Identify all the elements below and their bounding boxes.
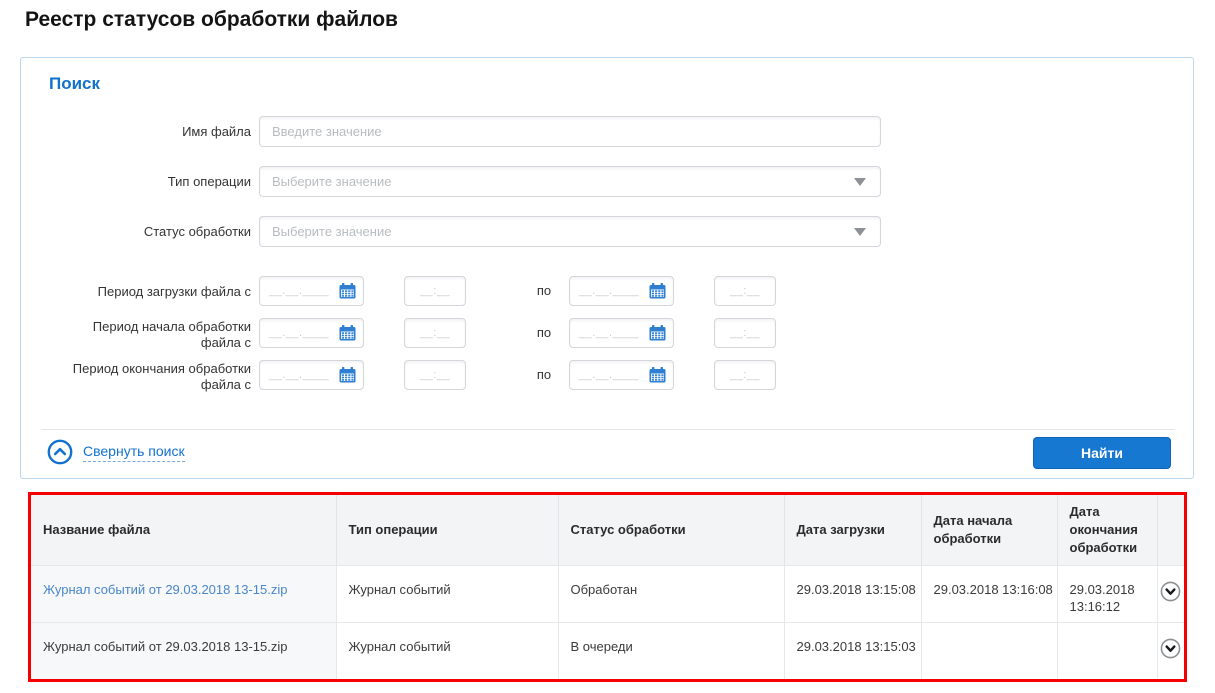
chevron-up-circle-icon — [47, 439, 73, 465]
file-name-input[interactable] — [259, 116, 881, 147]
processing-status-label: Статус обработки — [51, 224, 251, 240]
time-mask: __:__ — [730, 327, 760, 339]
collapse-search-button[interactable]: Свернуть поиск — [47, 439, 185, 465]
search-heading: Поиск — [49, 74, 100, 94]
header-operation-type: Тип операции — [336, 495, 558, 565]
to-label: по — [521, 367, 567, 382]
start-period-time-to-input[interactable]: __:__ — [714, 318, 776, 348]
time-mask: __:__ — [420, 327, 450, 339]
date-mask: __.__.____ — [579, 369, 649, 381]
date-mask: __.__.____ — [269, 285, 339, 297]
cell-operation-type: Журнал событий — [336, 565, 558, 622]
processing-status-placeholder: Выберите значение — [272, 224, 854, 239]
processing-status-select[interactable]: Выберите значение — [259, 216, 881, 247]
dropdown-arrow-icon — [854, 228, 866, 236]
cell-start-date: 29.03.2018 13:16:08 — [921, 565, 1057, 622]
calendar-icon[interactable] — [339, 283, 356, 299]
start-period-time-from-input[interactable]: __:__ — [404, 318, 466, 348]
calendar-icon[interactable] — [649, 325, 666, 341]
date-mask: __.__.____ — [579, 327, 649, 339]
cell-end-date — [1057, 622, 1157, 679]
search-panel: Поиск Имя файла Тип операции Выберите зн… — [20, 57, 1194, 479]
page-title: Реестр статусов обработки файлов — [25, 8, 398, 32]
cell-upload-date: 29.03.2018 13:15:03 — [784, 622, 921, 679]
time-mask: __:__ — [730, 369, 760, 381]
calendar-icon[interactable] — [339, 367, 356, 383]
cell-operation-type: Журнал событий — [336, 622, 558, 679]
header-file-name: Название файла — [31, 495, 336, 565]
expand-row-button[interactable] — [1160, 581, 1181, 602]
page: Реестр статусов обработки файлов Поиск И… — [0, 0, 1215, 693]
start-period-date-to-input[interactable]: __.__.____ — [569, 318, 674, 348]
collapse-search-label: Свернуть поиск — [83, 443, 185, 462]
dropdown-arrow-icon — [854, 178, 866, 186]
calendar-icon[interactable] — [649, 367, 666, 383]
file-name-label: Имя файла — [51, 124, 251, 140]
table-header-row: Название файла Тип операции Статус обраб… — [31, 495, 1184, 565]
cell-actions — [1157, 565, 1184, 622]
end-period-time-to-input[interactable]: __:__ — [714, 360, 776, 390]
cell-status: Обработан — [558, 565, 784, 622]
cell-file-name: Журнал событий от 29.03.2018 13-15.zip — [31, 565, 336, 622]
header-status: Статус обработки — [558, 495, 784, 565]
annotation-highlight: Название файла Тип операции Статус обраб… — [28, 492, 1187, 682]
end-period-label: Период окончания обработки файла с — [51, 361, 251, 393]
date-mask: __.__.____ — [269, 369, 339, 381]
upload-period-time-from-input[interactable]: __:__ — [404, 276, 466, 306]
header-end-date: Дата окончания обработки — [1057, 495, 1157, 565]
file-link[interactable]: Журнал событий от 29.03.2018 13-15.zip — [43, 582, 287, 597]
cell-upload-date: 29.03.2018 13:15:08 — [784, 565, 921, 622]
header-actions — [1157, 495, 1184, 565]
calendar-icon[interactable] — [339, 325, 356, 341]
table-row: Журнал событий от 29.03.2018 13-15.zip Ж… — [31, 622, 1184, 679]
time-mask: __:__ — [420, 369, 450, 381]
upload-period-time-to-input[interactable]: __:__ — [714, 276, 776, 306]
end-period-time-from-input[interactable]: __:__ — [404, 360, 466, 390]
operation-type-label: Тип операции — [51, 174, 251, 190]
start-period-date-from-input[interactable]: __.__.____ — [259, 318, 364, 348]
cell-actions — [1157, 622, 1184, 679]
header-upload-date: Дата загрузки — [784, 495, 921, 565]
calendar-icon[interactable] — [649, 283, 666, 299]
to-label: по — [521, 325, 567, 340]
time-mask: __:__ — [730, 285, 760, 297]
date-mask: __.__.____ — [269, 327, 339, 339]
end-period-date-to-input[interactable]: __.__.____ — [569, 360, 674, 390]
time-mask: __:__ — [420, 285, 450, 297]
table-row: Журнал событий от 29.03.2018 13-15.zip Ж… — [31, 565, 1184, 622]
cell-status: В очереди — [558, 622, 784, 679]
results-table: Название файла Тип операции Статус обраб… — [31, 495, 1184, 679]
upload-period-date-from-input[interactable]: __.__.____ — [259, 276, 364, 306]
header-start-date: Дата начала обработки — [921, 495, 1057, 565]
panel-footer-divider — [41, 429, 1175, 430]
cell-end-date: 29.03.2018 13:16:12 — [1057, 565, 1157, 622]
chevron-down-circle-icon — [1160, 638, 1181, 659]
operation-type-select[interactable]: Выберите значение — [259, 166, 881, 197]
end-period-date-from-input[interactable]: __.__.____ — [259, 360, 364, 390]
upload-period-date-to-input[interactable]: __.__.____ — [569, 276, 674, 306]
to-label: по — [521, 283, 567, 298]
cell-start-date — [921, 622, 1057, 679]
cell-file-name: Журнал событий от 29.03.2018 13-15.zip — [31, 622, 336, 679]
chevron-down-circle-icon — [1160, 581, 1181, 602]
operation-type-placeholder: Выберите значение — [272, 174, 854, 189]
expand-row-button[interactable] — [1160, 638, 1181, 659]
start-period-label: Период начала обработки файла с — [51, 319, 251, 351]
upload-period-label: Период загрузки файла с — [51, 284, 251, 300]
date-mask: __.__.____ — [579, 285, 649, 297]
find-button[interactable]: Найти — [1033, 437, 1171, 469]
